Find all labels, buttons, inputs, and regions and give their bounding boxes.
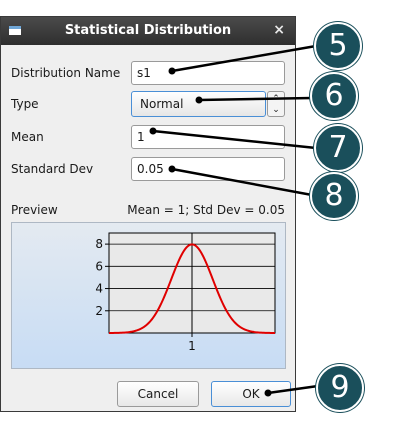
chevron-down-icon: ⌄ [272, 105, 280, 115]
callout-6: 6 [310, 72, 358, 120]
distribution-chart: 2 4 6 8 1 [95, 232, 276, 353]
mean-field[interactable] [131, 125, 285, 149]
callout-7: 7 [314, 124, 362, 172]
distribution-name-field[interactable] [131, 61, 285, 85]
y-tick-label: 8 [95, 237, 103, 251]
cancel-button[interactable]: Cancel [117, 381, 199, 407]
y-tick-label: 2 [95, 304, 103, 318]
preview-plot-area: 2 4 6 8 1 [11, 222, 286, 369]
callout-9: 9 [316, 364, 364, 412]
type-label: Type [11, 97, 39, 111]
callout-5: 5 [314, 22, 362, 70]
preview-label: Preview [11, 203, 58, 217]
close-icon[interactable]: × [273, 22, 285, 38]
mean-label: Mean [11, 130, 44, 144]
std-dev-label: Standard Dev [11, 162, 94, 176]
statistical-distribution-dialog: Statistical Distribution × Distribution … [0, 16, 296, 412]
y-tick-label: 4 [95, 282, 103, 296]
x-tick-label: 1 [188, 339, 196, 353]
title-bar[interactable]: Statistical Distribution × [1, 17, 295, 45]
preview-caption: Mean = 1; Std Dev = 0.05 [127, 203, 285, 217]
callout-8: 8 [310, 172, 358, 220]
chevron-up-icon: ⌃ [272, 94, 280, 104]
type-select[interactable]: Normal [131, 91, 266, 117]
std-dev-field[interactable] [131, 157, 285, 181]
ok-button[interactable]: OK [211, 381, 291, 407]
type-select-value: Normal [140, 97, 184, 111]
type-spinner[interactable]: ⌃ ⌄ [267, 91, 285, 117]
y-tick-label: 6 [95, 259, 103, 273]
dialog-title: Statistical Distribution [64, 23, 232, 38]
distribution-name-label: Distribution Name [11, 66, 121, 80]
